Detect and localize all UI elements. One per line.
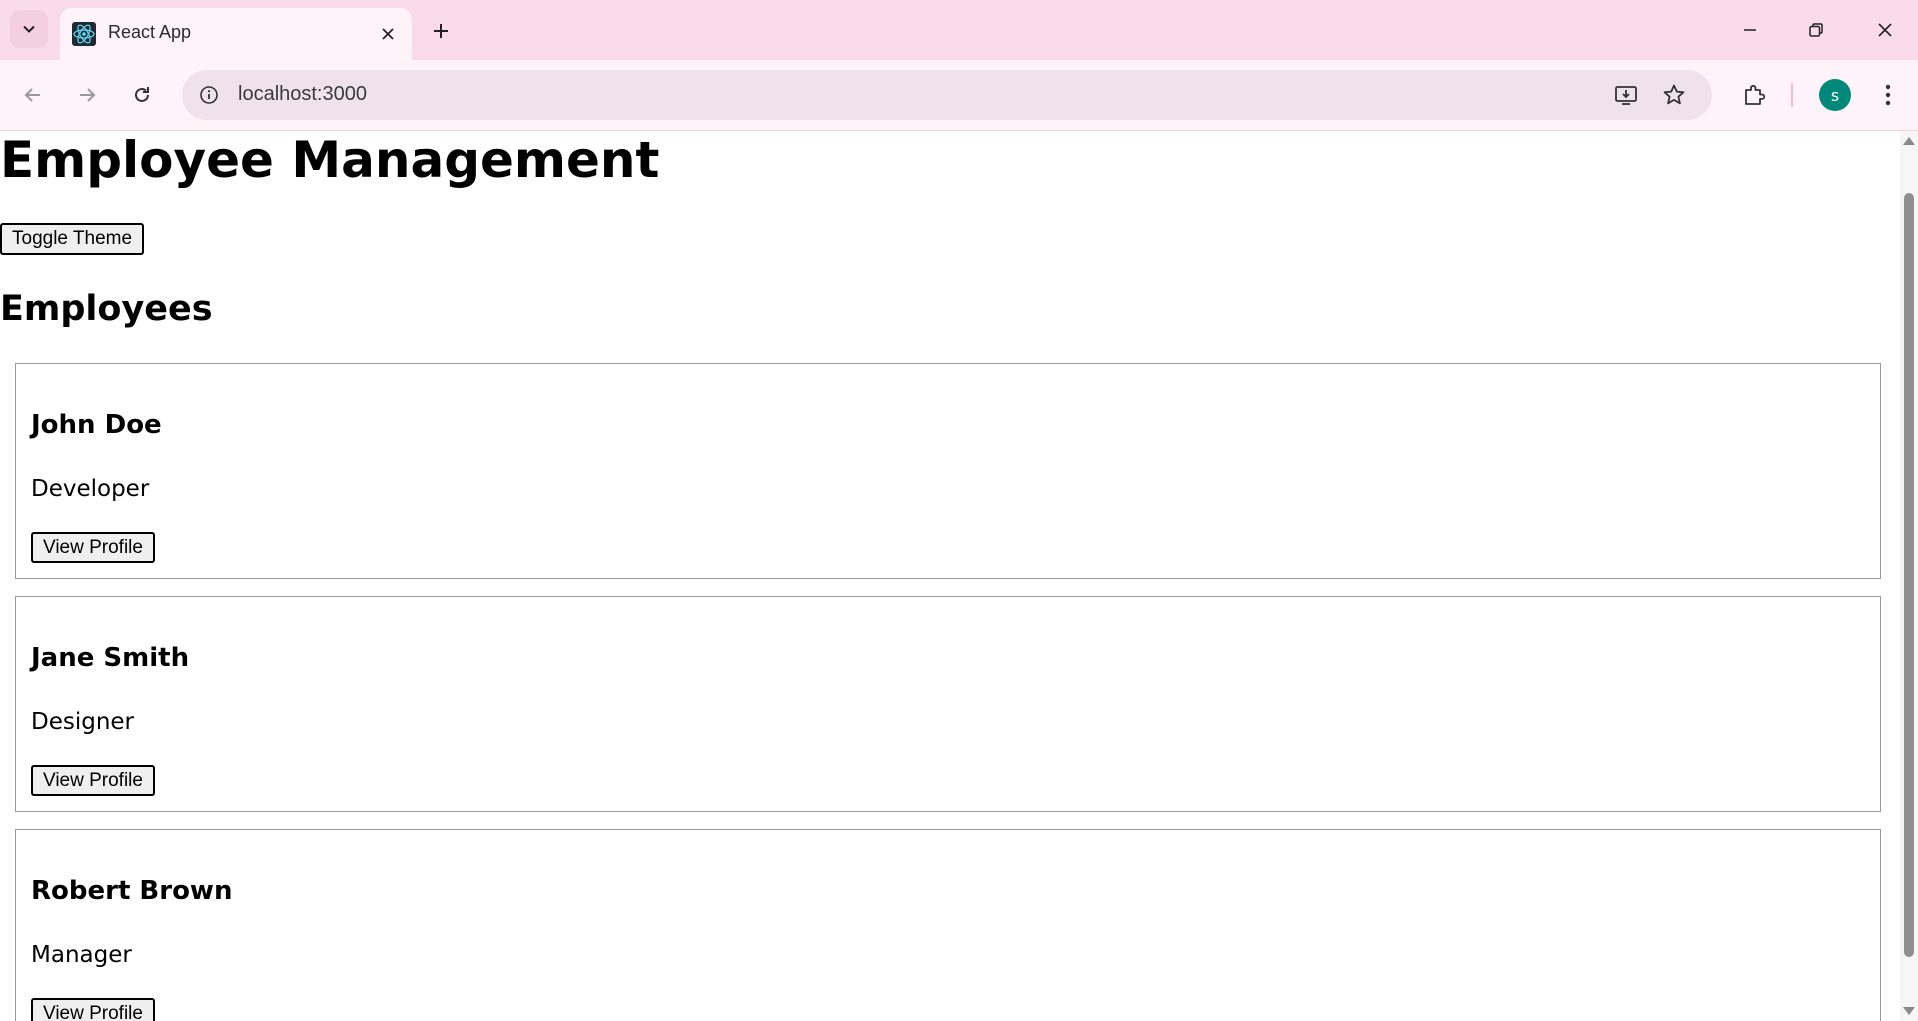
scroll-down-arrow-icon[interactable] bbox=[1903, 1007, 1915, 1015]
reload-icon bbox=[135, 87, 149, 102]
reload-button[interactable] bbox=[122, 75, 162, 115]
tab-strip: React App bbox=[0, 0, 1918, 60]
puzzle-icon bbox=[1745, 84, 1766, 105]
employee-name: Jane Smith bbox=[31, 643, 190, 673]
chevron-down-icon bbox=[23, 25, 35, 33]
tab-title: React App bbox=[108, 22, 192, 42]
toggle-theme-button[interactable]: Toggle Theme bbox=[0, 223, 145, 255]
employee-role: Developer bbox=[31, 476, 150, 502]
scroll-up-arrow-icon[interactable] bbox=[1903, 137, 1915, 145]
more-vertical-icon bbox=[1885, 84, 1891, 106]
site-info-button[interactable] bbox=[194, 80, 224, 110]
vertical-scrollbar[interactable] bbox=[1900, 131, 1918, 1021]
view-profile-button[interactable]: View Profile bbox=[31, 532, 155, 563]
new-tab-button[interactable] bbox=[424, 14, 458, 48]
arrow-left-icon bbox=[24, 88, 40, 102]
close-window-button[interactable] bbox=[1857, 8, 1913, 52]
page-title: Employee Management bbox=[0, 131, 660, 189]
restore-button[interactable] bbox=[1788, 8, 1844, 52]
employee-name: John Doe bbox=[31, 410, 162, 440]
browser-toolbar: localhost:3000 s bbox=[0, 60, 1918, 131]
view-profile-button[interactable]: View Profile bbox=[31, 765, 155, 796]
employee-card: Jane Smith Designer View Profile bbox=[15, 596, 1881, 812]
close-icon bbox=[1878, 23, 1892, 37]
page-viewport: Employee Management Toggle Theme Employe… bbox=[0, 131, 1900, 1021]
employee-role: Manager bbox=[31, 942, 132, 968]
tab-search-button[interactable] bbox=[10, 10, 48, 48]
install-app-button[interactable] bbox=[1610, 79, 1642, 111]
scrollbar-thumb[interactable] bbox=[1904, 193, 1914, 957]
employee-role: Designer bbox=[31, 709, 135, 735]
profile-avatar[interactable]: s bbox=[1819, 79, 1851, 111]
minimize-icon bbox=[1744, 29, 1756, 31]
install-app-icon bbox=[1615, 86, 1637, 105]
employee-card: Robert Brown Manager View Profile bbox=[15, 829, 1881, 1021]
view-profile-button[interactable]: View Profile bbox=[31, 998, 155, 1021]
react-logo-icon bbox=[72, 22, 96, 46]
employee-card: John Doe Developer View Profile bbox=[15, 363, 1881, 579]
bookmark-button[interactable] bbox=[1658, 79, 1690, 111]
toolbar-separator bbox=[1791, 83, 1793, 107]
browser-tab[interactable]: React App bbox=[60, 8, 412, 60]
employee-name: Robert Brown bbox=[31, 876, 233, 906]
tab-close-button[interactable] bbox=[374, 20, 402, 48]
info-icon bbox=[200, 86, 218, 104]
back-button[interactable] bbox=[13, 75, 53, 115]
extensions-button[interactable] bbox=[1734, 75, 1774, 115]
url-text[interactable]: localhost:3000 bbox=[238, 83, 367, 106]
minimize-button[interactable] bbox=[1722, 8, 1778, 52]
address-bar[interactable]: localhost:3000 bbox=[182, 70, 1712, 120]
close-icon bbox=[382, 28, 394, 40]
star-icon bbox=[1663, 84, 1685, 105]
plus-icon bbox=[434, 24, 448, 38]
forward-button[interactable] bbox=[67, 75, 107, 115]
arrow-right-icon bbox=[80, 88, 96, 102]
section-title: Employees bbox=[0, 289, 213, 329]
browser-menu-button[interactable] bbox=[1868, 75, 1908, 115]
restore-icon bbox=[1809, 23, 1823, 37]
